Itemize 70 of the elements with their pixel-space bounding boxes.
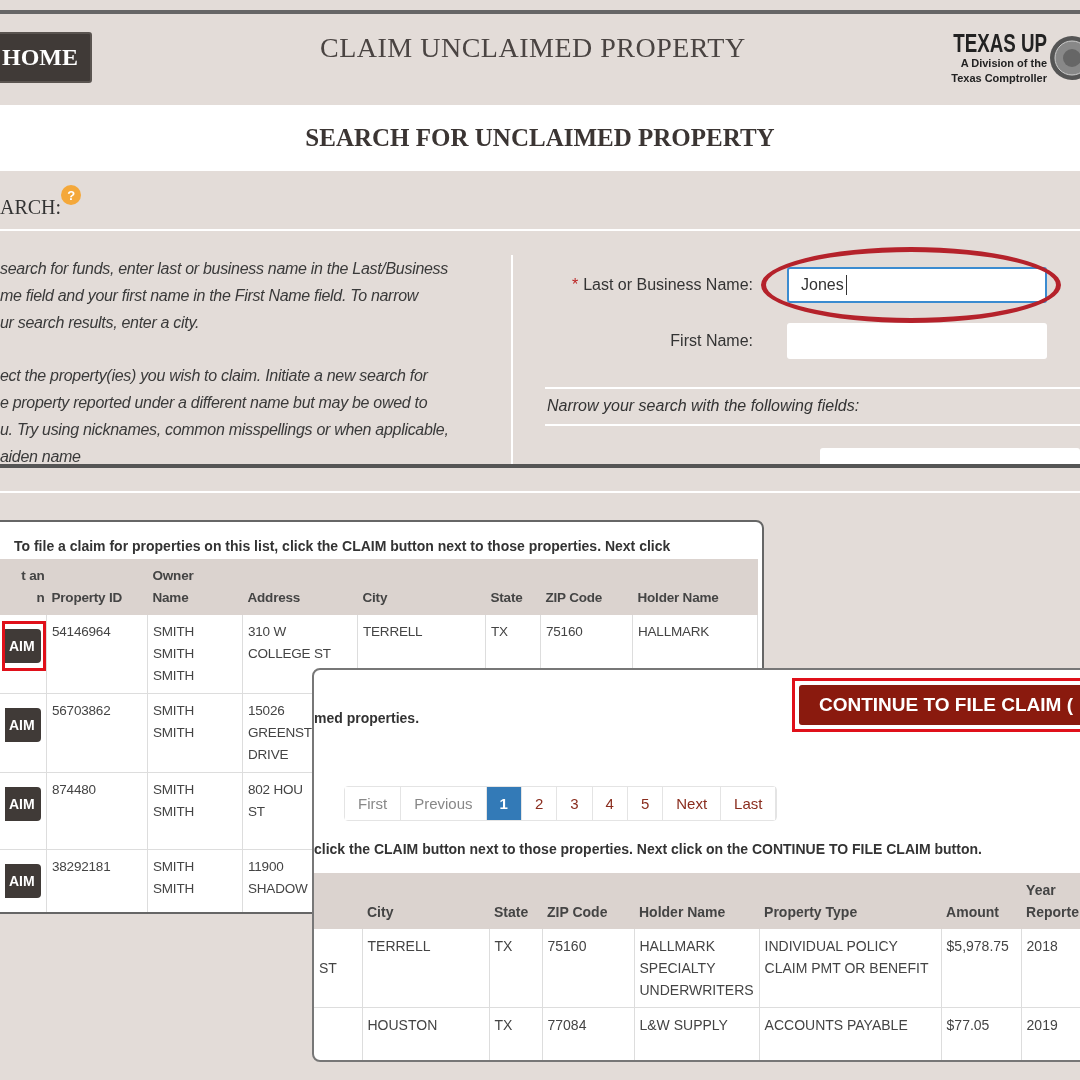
page-link[interactable]: 1 [486,787,522,820]
required-mark: * [571,276,579,294]
table-cell: SMITH SMITH SMITH [153,624,194,683]
column-header: City [362,590,388,605]
column-header: Address [247,590,301,605]
table-cell: 874480 [52,782,96,797]
table-cell: 38292181 [52,859,111,874]
column-header: Property ID [51,590,123,605]
claim-button[interactable]: AIM [5,629,41,663]
column-header: State [494,904,529,920]
logo-name: TEXAS UP [953,30,1048,56]
column-header: ZIP Code [545,590,603,605]
section-heading: SEARCH FOR UNCLAIMED PROPERTY [305,124,775,152]
field-label: Last or Business Name: [583,276,753,294]
logo-subtitle: A Division of the [960,56,1048,71]
table-cell: 802 HOU ST [248,782,303,819]
table-cell: L&W SUPPLY [639,1017,728,1033]
home-button[interactable]: HOME [0,32,92,83]
table-cell: SMITH SMITH [153,859,194,896]
table-cell: 77084 [547,1017,587,1033]
table-cell: TX [491,624,508,639]
search-label: ARCH: [0,195,62,219]
column-header: City [367,904,394,920]
table-cell: $5,978.75 [946,938,1009,954]
field-label: First Name: [670,332,753,350]
table-cell: 2019 [1026,1017,1058,1033]
table-cell: SMITH SMITH [153,703,194,740]
table-cell: 75160 [546,624,583,639]
table-cell: TX [494,938,513,954]
table-cell: 54146964 [52,624,111,639]
narrow-search-note: Narrow your search with the following fields: [547,397,860,414]
column-header: Amount [946,904,999,920]
claim-button[interactable]: AIM [5,864,41,898]
table-cell: 56703862 [52,703,111,718]
column-header: Property Type [764,904,858,920]
column-header: Owner Name [152,568,194,605]
instructions-text: search for funds, enter last or business name in the Last/Business me field and your first name in the First Name field. To narrow ur search results, enter a city. [0,259,449,333]
column-header: Holder Name [639,904,726,920]
column-header: Holder Name [637,590,719,605]
table-cell: INDIVIDUAL POLICY CLAIM PMT OR BENEFIT [764,938,929,976]
table-cell: ACCOUNTS PAYABLE [764,1017,908,1033]
column-header: Year Reporte [1026,882,1079,920]
table-cell: 15026 GREENST DRIVE [248,703,312,762]
input-field[interactable] [787,323,1047,359]
table-cell: TX [494,1017,513,1033]
table-cell: HOUSTON [367,1017,438,1033]
instructions-text: med properties. [314,710,420,726]
column-header: State [490,590,523,605]
claim-button[interactable]: AIM [5,708,41,742]
page-title: CLAIM UNCLAIMED PROPERTY [320,32,746,64]
instructions-text: ect the property(ies) you wish to claim. Initiate a new search for e property reported under a different name but may be owed to u. Try using nicknames, common misspellings or when applicable, aiden name [0,366,450,464]
table-cell: HALLMARK SPECIALTY UNDERWRITERS [639,938,754,998]
table-cell: 11900 SHADOW [248,859,308,896]
table-cell: HALLMARK [638,624,710,639]
claim-button[interactable]: AIM [5,787,41,821]
table-cell: SMITH SMITH [153,782,194,819]
instructions-text: To file a claim for properties on this list, click the CLAIM button next to those properties. Next click [13,537,672,556]
table-cell: 2018 [1026,938,1058,954]
table-cell: TERRELL [367,938,431,954]
table-cell: 75160 [547,938,587,954]
continue-button[interactable]: CONTINUE TO FILE CLAIM ( [799,685,1080,725]
table-cell: 310 W COLLEGE ST [248,624,331,661]
instructions-text: click the CLAIM button next to those properties. Next click on the CONTINUE TO FILE CLAIM button. [314,841,983,859]
table-cell: TERRELL [363,624,423,639]
table-cell: $77.05 [946,1017,990,1033]
logo-subtitle: Texas Comptroller [951,71,1048,86]
table-cell: ST [319,960,337,976]
column-header: t an n [21,568,45,605]
column-header: ZIP Code [547,904,608,920]
input-field[interactable]: Jones [787,267,1047,303]
